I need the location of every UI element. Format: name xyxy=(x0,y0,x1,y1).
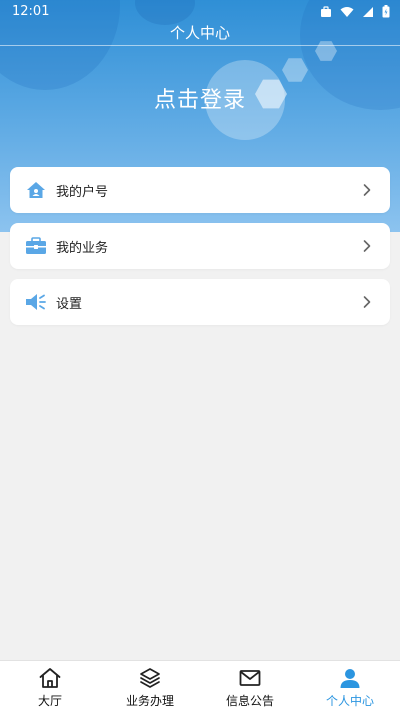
user-icon xyxy=(340,669,360,688)
notification-icon xyxy=(321,5,331,17)
menu-item-label: 设置 xyxy=(56,296,83,312)
house-icon xyxy=(25,179,47,201)
page-title: 个人中心 xyxy=(169,24,230,42)
tab-label: 个人中心 xyxy=(325,694,374,708)
menu-item-label: 我的业务 xyxy=(56,240,109,256)
menu-item-my-business[interactable]: 我的业务 xyxy=(10,223,390,269)
home-icon xyxy=(39,668,61,688)
tab-profile[interactable]: 个人中心 xyxy=(300,661,400,712)
speaker-icon xyxy=(25,291,47,313)
chevron-right-icon xyxy=(363,240,371,252)
tab-label: 业务办理 xyxy=(125,694,174,708)
briefcase-icon xyxy=(25,235,47,257)
menu-item-label: 我的户号 xyxy=(56,184,109,200)
menu-item-settings[interactable]: 设置 xyxy=(10,279,390,325)
login-button[interactable]: 点击登录 xyxy=(0,82,400,114)
battery-icon xyxy=(382,5,390,18)
mail-icon xyxy=(239,670,261,686)
chevron-right-icon xyxy=(363,296,371,308)
wifi-icon xyxy=(340,6,354,17)
bottom-tab-bar: 大厅 业务办理 信息公告 个人中心 xyxy=(0,660,400,712)
header-divider xyxy=(0,45,400,46)
tab-label: 大厅 xyxy=(37,694,62,708)
signal-icon xyxy=(363,6,373,17)
tab-label: 信息公告 xyxy=(225,694,274,708)
chevron-right-icon xyxy=(363,184,371,196)
menu-item-my-account[interactable]: 我的户号 xyxy=(10,167,390,213)
tab-business[interactable]: 业务办理 xyxy=(100,661,200,712)
status-icons xyxy=(320,5,390,18)
tab-hall[interactable]: 大厅 xyxy=(0,661,100,712)
status-time: 12:01 xyxy=(12,4,50,19)
tab-notices[interactable]: 信息公告 xyxy=(200,661,300,712)
status-bar: 12:01 xyxy=(0,0,400,24)
layers-icon xyxy=(140,668,160,688)
